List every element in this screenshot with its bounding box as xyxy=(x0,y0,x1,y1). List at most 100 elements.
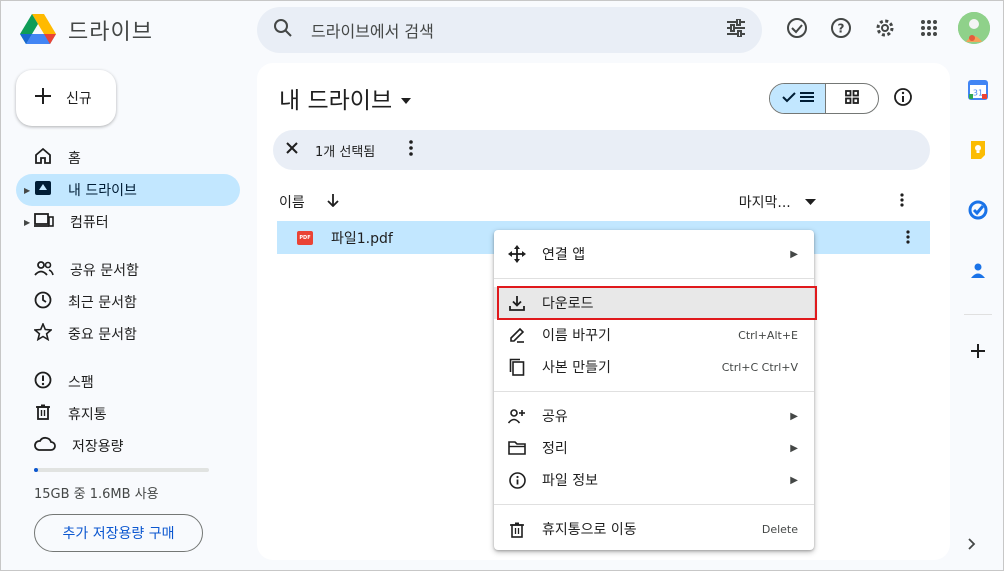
more-actions-icon[interactable] xyxy=(409,140,414,160)
spam-icon xyxy=(34,371,52,393)
search-bar[interactable]: 드라이브에서 검색 xyxy=(257,7,762,53)
cloud-icon xyxy=(34,436,56,456)
help-icon[interactable]: ? xyxy=(826,13,856,43)
row-more-icon[interactable] xyxy=(906,230,910,248)
svg-text:?: ? xyxy=(838,22,845,36)
new-button-label: 신규 xyxy=(66,91,92,107)
caret-down-icon xyxy=(400,85,412,111)
sidebar-item-starred[interactable]: 중요 문서함 xyxy=(16,318,240,350)
menu-divider xyxy=(494,504,814,505)
add-person-icon xyxy=(508,407,526,425)
menu-item-open-with[interactable]: 연결 앱 ▶ xyxy=(494,238,814,270)
menu-item-label: 다운로드 xyxy=(542,296,594,312)
selection-count: 1개 선택됨 xyxy=(315,144,376,160)
folder-icon xyxy=(508,439,526,457)
plus-icon xyxy=(34,87,52,109)
menu-item-rename[interactable]: 이름 바꾸기 Ctrl+Alt+E xyxy=(494,319,814,351)
add-addon-plus-icon[interactable] xyxy=(964,337,992,365)
sidebar-item-label: 저장용량 xyxy=(72,439,124,455)
sidebar-item-label: 최근 문서함 xyxy=(68,295,137,311)
my-drive-icon xyxy=(34,179,52,201)
open-with-move-icon xyxy=(508,245,526,263)
contacts-icon[interactable] xyxy=(964,256,992,284)
submenu-arrow-icon: ▶ xyxy=(790,410,798,422)
sidebar-item-shared[interactable]: 공유 문서함 xyxy=(16,254,240,286)
menu-item-make-copy[interactable]: 사본 만들기 Ctrl+C Ctrl+V xyxy=(494,351,814,383)
submenu-arrow-icon: ▶ xyxy=(790,442,798,454)
menu-item-organize[interactable]: 정리 ▶ xyxy=(494,432,814,464)
star-icon xyxy=(33,321,53,345)
sidebar-item-trash[interactable]: 휴지통 xyxy=(16,398,240,430)
download-icon xyxy=(508,294,526,312)
clear-selection-close-icon[interactable] xyxy=(285,141,299,159)
trash-icon xyxy=(34,403,52,425)
view-toggle xyxy=(769,83,879,114)
list-view-button[interactable] xyxy=(770,84,826,113)
column-header-modified[interactable]: 마지막... xyxy=(739,192,791,212)
grid-icon xyxy=(845,89,859,108)
drive-logo-icon xyxy=(20,12,56,48)
sidebar-item-home[interactable]: 홈 xyxy=(16,142,240,174)
storage-progress-bar xyxy=(34,468,209,472)
menu-item-label: 이름 바꾸기 xyxy=(542,328,611,344)
side-panel-rail: 31 xyxy=(960,76,996,365)
drive-logo[interactable]: 드라이브 xyxy=(20,12,153,48)
buy-storage-button[interactable]: 추가 저장용량 구매 xyxy=(34,514,203,552)
sidebar-item-label: 홈 xyxy=(68,151,81,167)
calendar-app-icon[interactable]: 31 xyxy=(964,76,992,104)
tasks-icon[interactable] xyxy=(964,196,992,224)
sidebar-item-label: 공유 문서함 xyxy=(70,263,139,279)
sidebar-item-recent[interactable]: 최근 문서함 xyxy=(16,286,240,318)
menu-divider xyxy=(494,391,814,392)
page-title[interactable]: 내 드라이브 xyxy=(279,81,412,115)
show-side-panel-chevron-icon[interactable] xyxy=(968,538,976,554)
column-header-name[interactable]: 이름 xyxy=(279,192,305,212)
new-button[interactable]: 신규 xyxy=(16,70,116,126)
sidebar-item-label: 휴지통 xyxy=(68,407,107,423)
page-title-label: 내 드라이브 xyxy=(279,88,393,114)
menu-item-share[interactable]: 공유 ▶ xyxy=(494,400,814,432)
apps-grid-icon[interactable] xyxy=(914,13,944,43)
account-avatar[interactable] xyxy=(958,12,990,44)
menu-item-label: 휴지통으로 이동 xyxy=(542,522,637,538)
pdf-file-icon: PDF xyxy=(297,230,313,245)
context-menu: 연결 앱 ▶ 다운로드 이름 바꾸기 Ctrl+Alt+E 사본 만들기 Ctr… xyxy=(494,230,817,550)
details-info-icon[interactable] xyxy=(893,87,913,111)
menu-item-label: 파일 정보 xyxy=(542,473,598,489)
search-options-icon[interactable] xyxy=(726,18,746,41)
expand-caret-icon[interactable]: ▶ xyxy=(24,186,30,195)
menu-divider xyxy=(494,278,814,279)
sidebar-item-spam[interactable]: 스팸 xyxy=(16,366,240,398)
selection-bar: 1개 선택됨 xyxy=(273,130,930,170)
file-name: 파일1.pdf xyxy=(331,230,393,247)
menu-item-download[interactable]: 다운로드 xyxy=(494,286,817,320)
menu-item-file-info[interactable]: 파일 정보 ▶ xyxy=(494,464,814,496)
computer-icon xyxy=(34,211,54,233)
pencil-icon xyxy=(508,326,526,344)
settings-gear-icon[interactable] xyxy=(870,13,900,43)
clock-icon xyxy=(34,291,52,313)
sidebar-item-my-drive[interactable]: ▶ 내 드라이브 xyxy=(16,174,240,206)
search-icon[interactable] xyxy=(273,18,293,42)
info-icon xyxy=(508,471,526,489)
sidebar-item-storage[interactable]: 저장용량 xyxy=(16,430,240,462)
calendar-day: 31 xyxy=(973,89,983,98)
check-icon xyxy=(781,91,796,107)
column-more-icon[interactable] xyxy=(900,193,904,211)
caret-down-icon[interactable] xyxy=(804,194,816,210)
menu-item-label: 연결 앱 xyxy=(542,247,586,263)
keep-notes-icon[interactable] xyxy=(964,136,992,164)
trash-icon xyxy=(508,520,526,538)
menu-item-shortcut: Delete xyxy=(761,522,798,536)
sidebar-item-label: 컴퓨터 xyxy=(70,215,109,231)
menu-item-move-to-trash[interactable]: 휴지통으로 이동 Delete xyxy=(494,513,814,545)
expand-caret-icon[interactable]: ▶ xyxy=(24,218,30,227)
storage-usage-text: 15GB 중 1.6MB 사용 xyxy=(34,487,159,502)
sort-arrow-down-icon[interactable] xyxy=(327,193,339,211)
home-icon xyxy=(34,147,52,169)
grid-view-button[interactable] xyxy=(826,84,878,113)
sidebar-item-computers[interactable]: ▶ 컴퓨터 xyxy=(16,206,240,238)
copy-icon xyxy=(508,358,526,376)
search-input[interactable]: 드라이브에서 검색 xyxy=(311,18,726,42)
offline-status-icon[interactable] xyxy=(782,13,812,43)
